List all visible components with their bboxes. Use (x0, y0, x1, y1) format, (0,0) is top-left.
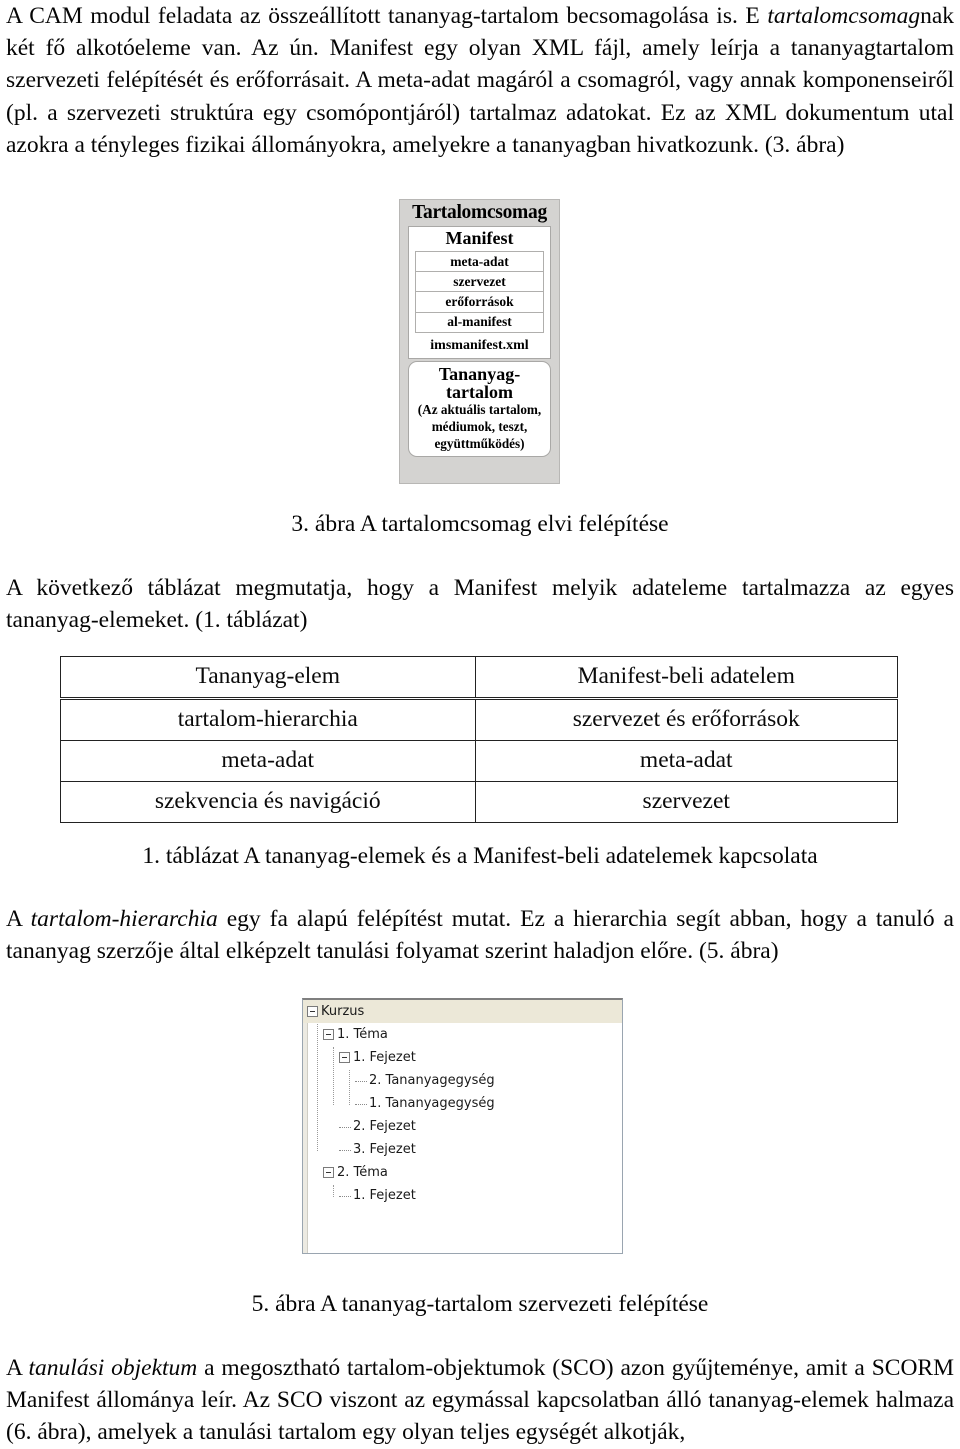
tree-node-label: 1. Fejezet (353, 1188, 416, 1203)
tree-branch-connector-icon (355, 1103, 367, 1106)
paragraph-intro-italic-term: tartalomcsomag (767, 3, 921, 29)
diagram-manifest-box: Manifest meta-adat szervezet erőforrások… (408, 226, 551, 359)
figure-5-caption: 5. ábra A tananyag-tartalom szervezeti f… (251, 1291, 709, 1317)
tree-node-label: Kurzus (321, 1004, 365, 1019)
tree-node-label: 2. Tananyagegység (369, 1073, 495, 1088)
tree-node-label: 1. Tananyagegység (369, 1096, 495, 1111)
paragraph-objektum-part1: A (6, 1355, 29, 1381)
tree-node[interactable]: 1. Téma (303, 1023, 622, 1046)
table-row: tartalom-hierarchia szervezet és erőforr… (60, 698, 898, 741)
diagram-content-sub-line3: együttműködés) (434, 435, 525, 451)
tree-collapse-minus-icon[interactable] (323, 1167, 334, 1178)
diagram-manifest-row-list: meta-adat szervezet erőforrások al-manif… (415, 251, 544, 333)
figure-course-tree-panel[interactable]: Kurzus 1. Téma 1. Fejezet 2. Tananyagegység… (302, 998, 623, 1254)
table-cell: meta-adat (474, 740, 898, 782)
tree-guide-line (349, 1070, 350, 1105)
diagram-content-sub-line2: médiumok, teszt, (431, 419, 528, 435)
paragraph-intro-part1: A CAM modul feladata az összeállított ta… (6, 3, 768, 29)
table-column-header: Tananyag-elem (60, 656, 476, 700)
tree-node-label: 1. Téma (337, 1027, 388, 1042)
table-row: meta-adat meta-adat (60, 740, 898, 782)
paragraph-intro: A CAM modul feladata az összeállított ta… (6, 0, 954, 161)
tree-branch-connector-icon (355, 1080, 367, 1083)
paragraph-learning-object: A tanulási objektum a megosztható tartal… (6, 1352, 954, 1449)
tree-branch-connector-icon (339, 1195, 351, 1198)
diagram-manifest-filename: imsmanifest.xml (430, 337, 529, 353)
paragraph-hierarchy: A tartalom-hierarchia egy fa alapú felép… (6, 903, 954, 967)
tree-node-label: 3. Fejezet (353, 1142, 416, 1157)
tree-node-label: 1. Fejezet (353, 1050, 416, 1065)
diagram-package-title: Tartalomcsomag (412, 202, 547, 223)
diagram-manifest-row: szervezet (416, 272, 543, 293)
tree-collapse-minus-icon[interactable] (307, 1006, 318, 1017)
table-cell: tartalom-hierarchia (60, 698, 476, 741)
tree-node[interactable]: Kurzus (303, 1000, 622, 1023)
paragraph-hierarchy-italic-term: tartalom-hierarchia (30, 906, 218, 932)
diagram-content-box: Tananyag- tartalom (Az aktuális tartalom… (408, 360, 551, 457)
tree-branch-connector-icon (339, 1126, 351, 1129)
tree-node[interactable]: 1. Fejezet (303, 1046, 622, 1069)
tree-node[interactable]: 2. Fejezet (303, 1115, 622, 1138)
table-cell: szervezet (474, 781, 898, 823)
table-1-caption: 1. táblázat A tananyag-elemek és a Manif… (142, 843, 818, 869)
table-row: szekvencia és navigáció szervezet (60, 781, 898, 823)
tree-node[interactable]: 2. Téma (303, 1161, 622, 1184)
tree-guide-line (317, 1024, 318, 1151)
tree-node[interactable]: 1. Tananyagegység (303, 1092, 622, 1115)
diagram-content-sub-line1: (Az aktuális tartalom, (417, 402, 542, 418)
tree-node[interactable]: 3. Fejezet (303, 1138, 622, 1161)
tree-node-label: 2. Téma (337, 1165, 388, 1180)
tree-guide-line (333, 1185, 334, 1197)
tree-collapse-minus-icon[interactable] (339, 1052, 350, 1063)
table-tananyag-elem-mapping: Tananyag-elem Manifest-beli adatelem tar… (60, 656, 898, 823)
diagram-content-title-line2: tartalom (446, 382, 513, 403)
diagram-content-title-line1: Tananyag- (438, 363, 521, 384)
tree-branch-connector-icon (339, 1149, 351, 1152)
tree-collapse-minus-icon[interactable] (323, 1029, 334, 1040)
table-cell: szervezet és erőforrások (474, 698, 898, 741)
diagram-manifest-row: meta-adat (416, 252, 543, 273)
diagram-manifest-title: Manifest (445, 228, 514, 248)
paragraph-hierarchy-part1: A (6, 906, 31, 932)
tree-node[interactable]: 2. Tananyagegység (303, 1069, 622, 1092)
table-column-header: Manifest-beli adatelem (474, 656, 898, 700)
figure-content-package-diagram: Tartalomcsomag Manifest meta-adat szerve… (399, 199, 560, 484)
tree-guide-line (333, 1047, 334, 1105)
tree-node-list[interactable]: Kurzus 1. Téma 1. Fejezet 2. Tananyagegység… (303, 1000, 622, 1207)
tree-node[interactable]: 1. Fejezet (303, 1184, 622, 1207)
diagram-manifest-row: erőforrások (416, 292, 543, 313)
paragraph-objektum-italic-term: tanulási objektum (28, 1355, 198, 1381)
diagram-manifest-row: al-manifest (447, 314, 512, 330)
table-header-row: Tananyag-elem Manifest-beli adatelem (60, 656, 898, 700)
tree-node-label: 2. Fejezet (353, 1119, 416, 1134)
table-cell: szekvencia és navigáció (60, 781, 476, 823)
table-cell: meta-adat (60, 740, 476, 782)
figure-3-caption: 3. ábra A tartalomcsomag elvi felépítése (291, 511, 669, 537)
paragraph-table-lead: A következő táblázat megmutatja, hogy a … (6, 575, 954, 634)
